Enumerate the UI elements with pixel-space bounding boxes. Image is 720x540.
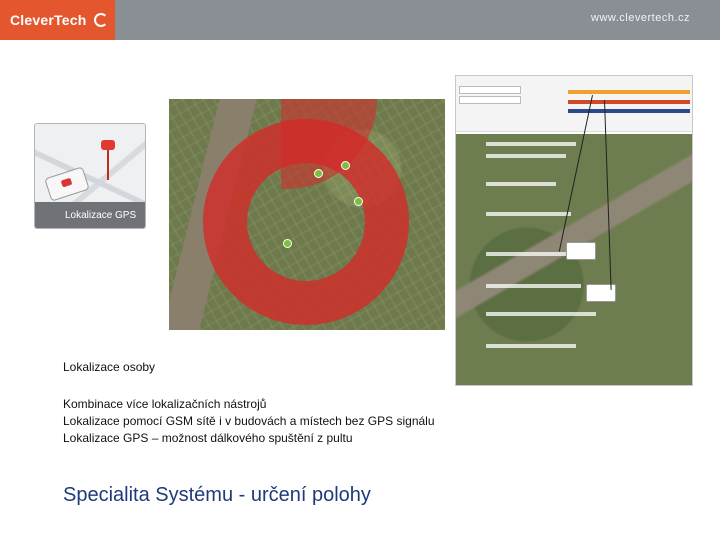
route-label: [486, 284, 581, 288]
route-label: [486, 182, 556, 186]
tracking-screenshot: [455, 75, 693, 386]
filter-field: [459, 96, 521, 104]
map-marker: [314, 169, 323, 178]
localization-zone-map: [169, 99, 445, 330]
route-label: [486, 142, 576, 146]
tracking-filter-form: [456, 76, 692, 132]
route-bar: [568, 109, 690, 113]
route-label: [486, 344, 576, 348]
route-label: [486, 154, 566, 158]
route-label: [486, 312, 596, 316]
feature-line: Kombinace více lokalizačních nástrojů: [63, 397, 267, 411]
map-pin-icon: [101, 140, 115, 150]
map-marker: [341, 161, 350, 170]
card-label: Lokalizace GPS: [35, 202, 145, 228]
map-callout: [566, 242, 596, 260]
slide-title: Specialita Systému - určení polohy: [63, 484, 371, 506]
c-logo-icon: [94, 13, 109, 27]
map-pin-stem: [107, 150, 109, 180]
feature-line: Lokalizace pomocí GSM sítě i v budovách …: [63, 414, 435, 428]
map-marker: [283, 239, 292, 248]
filter-field: [459, 86, 521, 94]
tracking-map: [456, 134, 692, 385]
section-caption: Lokalizace osoby: [63, 360, 156, 374]
feature-list: Kombinace více lokalizačních nástrojů Lo…: [63, 396, 435, 447]
localization-ring: [203, 119, 409, 325]
map-marker: [354, 197, 363, 206]
route-bar: [568, 90, 690, 94]
gps-localization-card: Lokalizace GPS: [34, 123, 146, 229]
brand-logo[interactable]: CleverTech: [0, 0, 115, 40]
route-bar: [568, 100, 690, 104]
brand-name: CleverTech: [10, 12, 87, 28]
feature-line: Lokalizace GPS – možnost dálkového spušt…: [63, 431, 353, 445]
route-label: [486, 212, 571, 216]
site-url[interactable]: www.clevertech.cz: [591, 12, 690, 24]
top-header: CleverTech www.clevertech.cz: [0, 0, 720, 40]
